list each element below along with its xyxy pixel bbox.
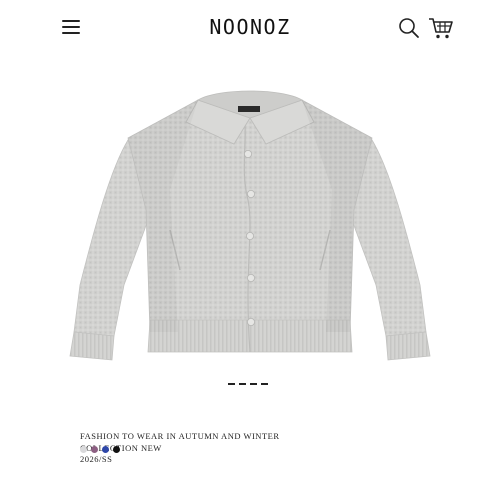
collection-line-3: 2026/SS — [80, 454, 113, 464]
color-swatches — [80, 446, 120, 453]
color-swatch-light-grey[interactable] — [80, 446, 87, 453]
carousel-dot[interactable] — [239, 383, 246, 385]
color-swatch-mauve[interactable] — [91, 446, 98, 453]
carousel-dot[interactable] — [228, 383, 235, 385]
color-swatch-black[interactable] — [113, 446, 120, 453]
shopping-cart-icon[interactable] — [428, 16, 454, 40]
color-swatch-blue[interactable] — [102, 446, 109, 453]
collection-line-1: FASHION TO WEAR IN AUTUMN AND WINTER — [80, 431, 280, 441]
product-image[interactable] — [58, 70, 442, 370]
top-nav: NOONOZ — [0, 0, 500, 56]
brand-logo[interactable]: NOONOZ — [0, 15, 500, 39]
carousel-dot[interactable] — [250, 383, 257, 385]
search-icon[interactable] — [398, 17, 420, 39]
carousel-indicator — [228, 383, 268, 385]
carousel-dot[interactable] — [261, 383, 268, 385]
